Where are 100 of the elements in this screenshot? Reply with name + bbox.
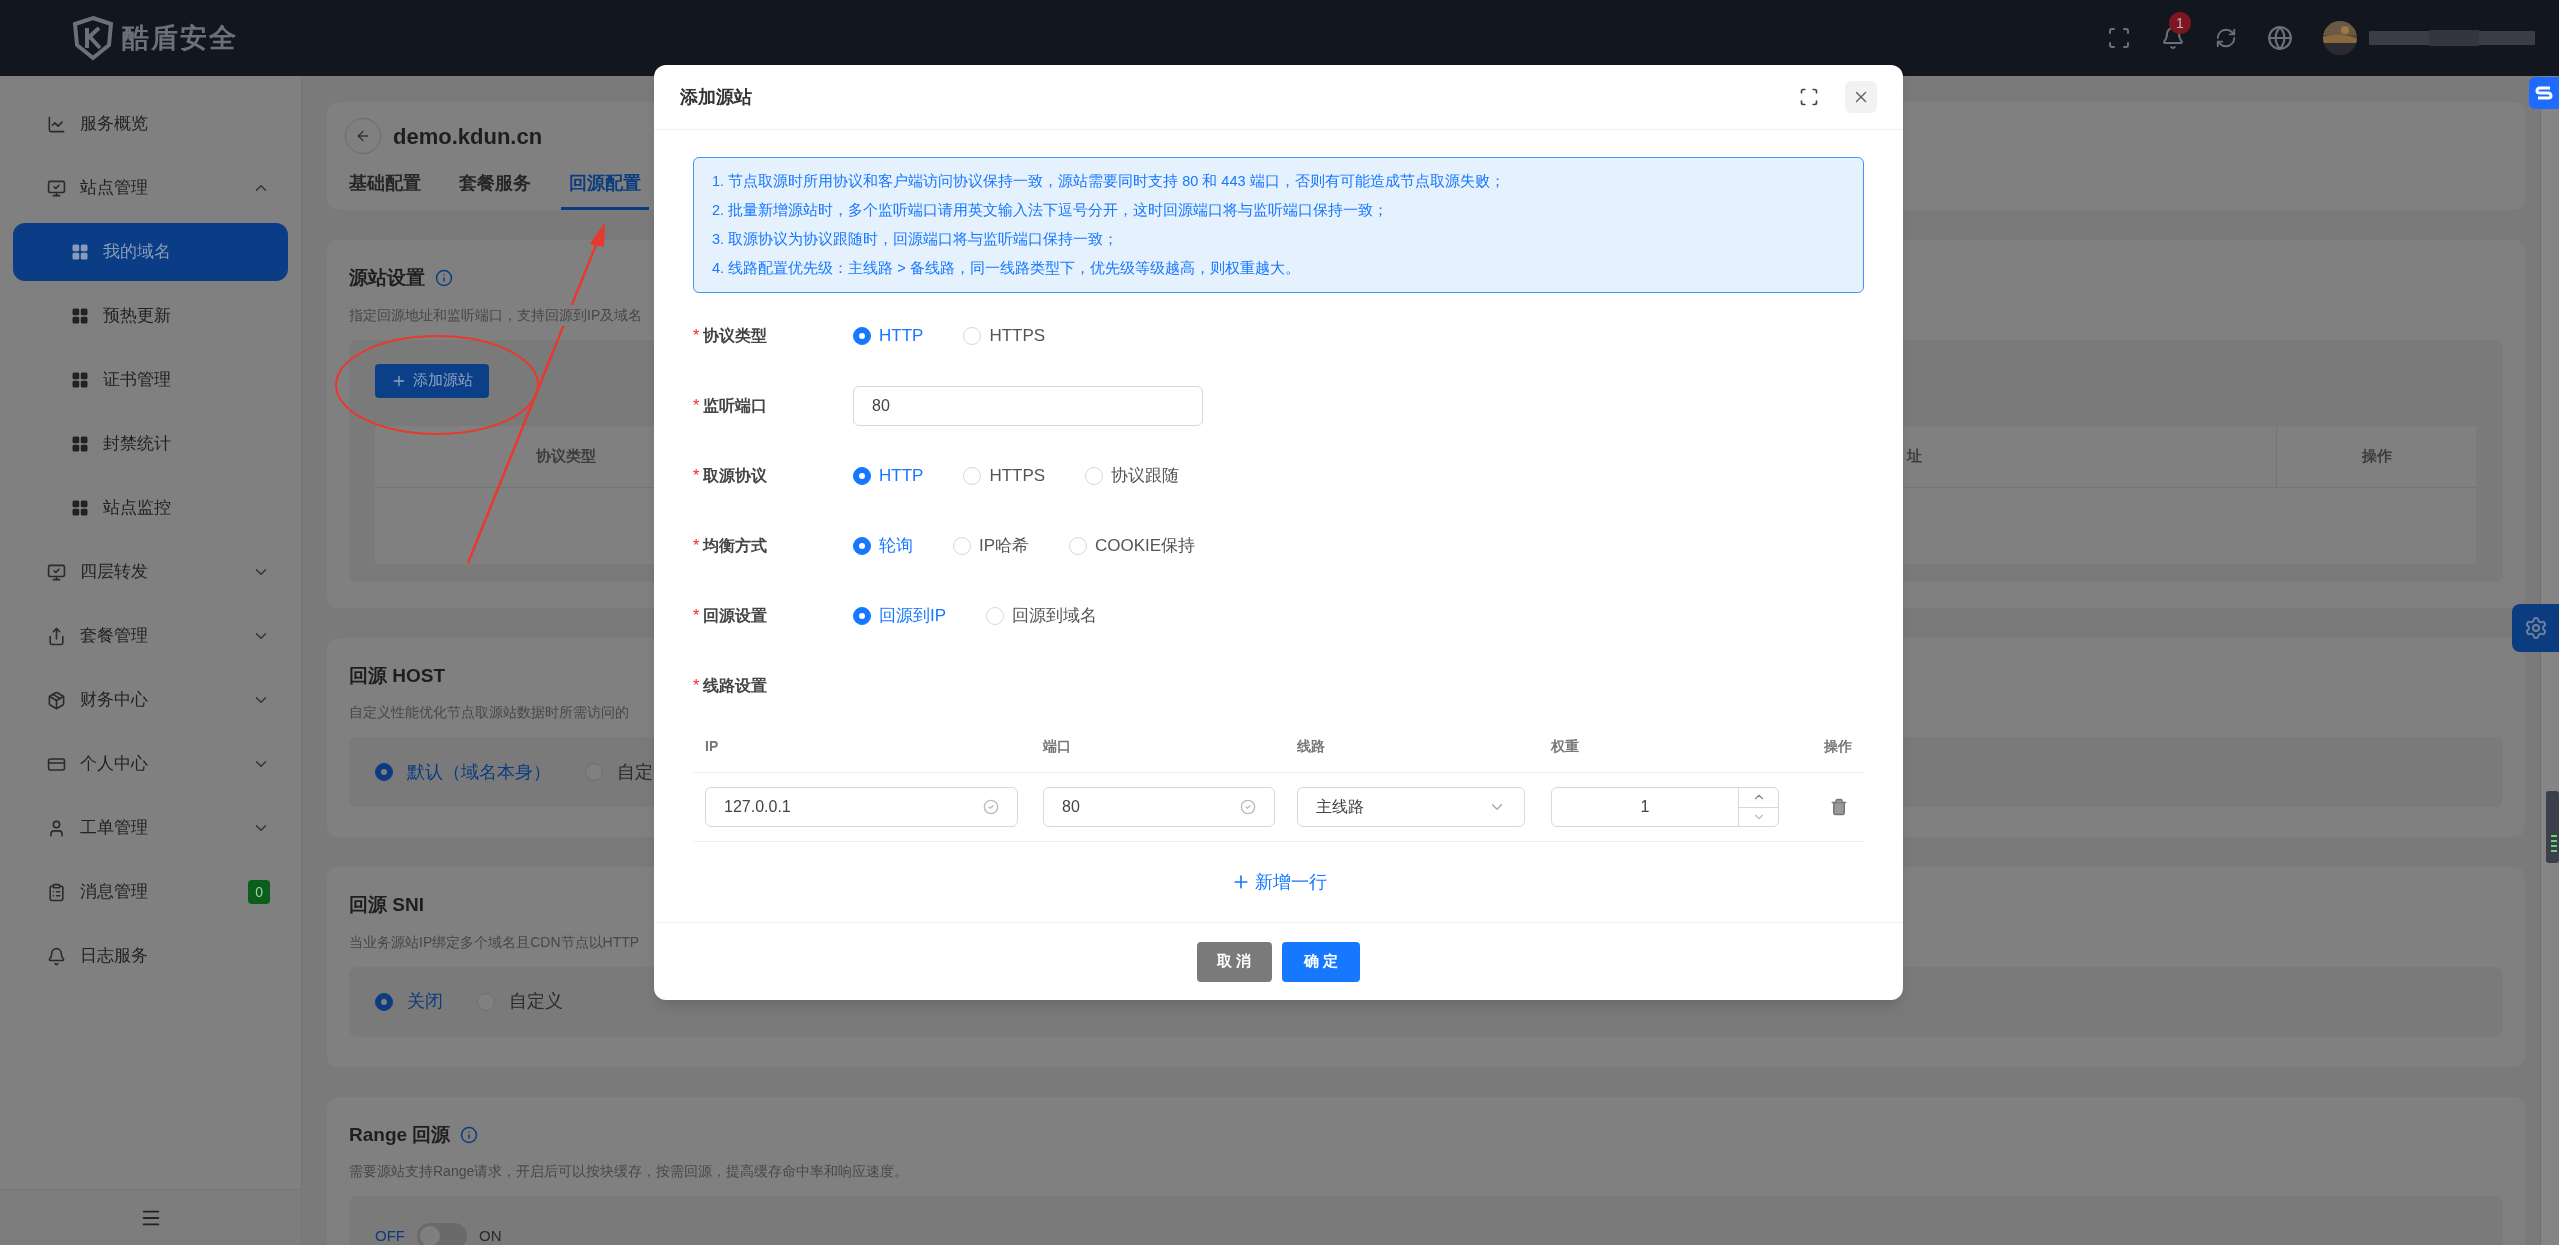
radio-label[interactable]: 回源到IP — [879, 603, 947, 629]
menu-item-icon — [47, 690, 66, 710]
grid-icon — [71, 435, 89, 453]
grid-icon — [71, 243, 89, 261]
sidebar-subitem[interactable]: 预热更新 — [13, 287, 288, 345]
field-label: 线路设置 — [703, 676, 768, 696]
menu-item-icon — [47, 946, 66, 966]
menu-item-icon — [47, 114, 66, 134]
field-label: 均衡方式 — [703, 536, 768, 556]
radio-label[interactable]: HTTPS — [989, 463, 1046, 489]
required-mark: * — [693, 606, 700, 626]
globe-icon[interactable] — [2267, 25, 2293, 51]
radio-label[interactable]: 回源到域名 — [1012, 603, 1098, 629]
tab[interactable]: 回源配置 — [561, 162, 649, 210]
menu-item-icon — [47, 882, 66, 902]
check-circle-icon — [983, 799, 999, 815]
sidebar-item[interactable]: 站点管理 — [13, 159, 288, 217]
shield-logo-icon — [70, 15, 116, 61]
delete-icon[interactable] — [1830, 798, 1848, 816]
radio-button[interactable] — [853, 607, 871, 625]
sidebar-subitem[interactable]: 封禁统计 — [13, 415, 288, 473]
required-mark: * — [693, 676, 700, 696]
sidebar-subitem[interactable]: 我的域名 — [13, 223, 288, 281]
field-label: 协议类型 — [703, 326, 768, 346]
port-input[interactable]: 80 — [853, 386, 1203, 426]
sidebar-item[interactable]: 套餐管理 — [13, 607, 288, 665]
back-arrow-icon — [355, 128, 371, 144]
notification-icon[interactable] — [2161, 26, 2185, 50]
required-mark: * — [693, 326, 700, 346]
add-row-button[interactable]: 新增一行 — [1230, 868, 1327, 896]
switch-off-label: OFF — [375, 1225, 405, 1245]
grid-icon — [71, 307, 89, 325]
section-title: 回源 HOST — [349, 663, 446, 688]
floating-logo-button[interactable] — [2529, 77, 2559, 109]
radio-button[interactable] — [853, 537, 871, 555]
radio-label[interactable]: HTTPS — [989, 323, 1046, 349]
sidebar-item[interactable]: 日志服务 — [13, 927, 288, 985]
grid-icon — [71, 499, 89, 517]
ip-input[interactable]: 127.0.0.1 — [705, 787, 1018, 827]
sidebar-item[interactable]: 四层转发 — [13, 543, 288, 601]
required-mark: * — [693, 536, 700, 556]
settings-button[interactable] — [2512, 604, 2559, 652]
column-header: 端口 — [1043, 737, 1072, 756]
sidebar-item[interactable]: 财务中心 — [13, 671, 288, 729]
radio-label[interactable]: 默认（域名本身） — [407, 758, 551, 786]
required-mark: * — [693, 466, 700, 486]
radio-button[interactable] — [853, 327, 871, 345]
menu-item-icon — [47, 178, 66, 198]
column-header: 权重 — [1551, 737, 1580, 756]
radio-label[interactable]: 关闭 — [407, 988, 443, 1015]
radio-label[interactable]: 自定 — [617, 758, 653, 786]
dialog-title: 添加源站 — [680, 85, 753, 109]
sidebar-item[interactable]: 服务概览 — [13, 95, 288, 153]
radio-label[interactable]: 协议跟随 — [1111, 463, 1180, 489]
count-badge: 0 — [248, 880, 270, 904]
logo-text: 酷盾安全 — [122, 21, 238, 55]
field-label: 回源设置 — [703, 606, 768, 626]
field-label: 监听端口 — [703, 396, 768, 416]
check-circle-icon — [1240, 799, 1256, 815]
close-button[interactable] — [1845, 81, 1877, 113]
radio-button[interactable] — [375, 992, 393, 1011]
domain-title: demo.kdun.cn — [393, 122, 543, 151]
radio-label[interactable]: IP哈希 — [979, 533, 1030, 559]
notice-line: 4. 线路配置优先级：主线路 > 备线路，同一线路类型下，优先级等级越高，则权重越大。 — [712, 259, 1301, 278]
section-title: Range 回源 — [349, 1122, 451, 1147]
side-widget-drawing — [2546, 791, 2559, 863]
menu-item-icon — [47, 818, 66, 838]
column-header: 操作 — [1823, 737, 1852, 756]
column-header: IP — [705, 737, 720, 756]
radio-label[interactable]: COOKIE保持 — [1095, 533, 1196, 559]
port-input[interactable]: 80 — [1043, 787, 1275, 827]
fullscreen-icon[interactable] — [1799, 87, 1819, 107]
cancel-button[interactable]: 取 消 — [1197, 941, 1272, 982]
refresh-icon[interactable] — [2215, 27, 2237, 49]
tab[interactable]: 套餐服务 — [451, 162, 539, 210]
sidebar-item[interactable]: 个人中心 — [13, 735, 288, 793]
radio-label[interactable]: 自定义 — [509, 988, 563, 1015]
grid-icon — [71, 371, 89, 389]
menu-item-icon — [47, 562, 66, 582]
switch-on-label: ON — [479, 1225, 502, 1245]
radio-label[interactable]: 轮询 — [879, 533, 913, 559]
column-header: 操作 — [2360, 445, 2393, 466]
sidebar-subitem[interactable]: 站点监控 — [13, 479, 288, 537]
required-mark: * — [693, 396, 700, 416]
add-origin-button[interactable]: 添加源站 — [375, 363, 489, 398]
column-header: 线路 — [1297, 737, 1326, 756]
line-select[interactable]: 主线路 — [1297, 787, 1525, 827]
column-header: 协议类型 — [536, 445, 596, 466]
sidebar-subitem[interactable]: 证书管理 — [13, 351, 288, 409]
radio-label[interactable]: HTTP — [879, 323, 924, 349]
settings-icon — [2523, 616, 2548, 640]
radio-label[interactable]: HTTP — [879, 463, 924, 489]
section-title: 回源 SNI — [349, 893, 424, 917]
field-label: 取源协议 — [703, 466, 768, 486]
radio-button[interactable] — [375, 763, 393, 781]
sidebar-item[interactable]: 消息管理 0 — [13, 863, 288, 921]
sidebar-item[interactable]: 工单管理 — [13, 799, 288, 857]
confirm-button[interactable]: 确 定 — [1281, 941, 1360, 982]
tab[interactable]: 基础配置 — [341, 162, 429, 210]
radio-button[interactable] — [853, 467, 871, 485]
